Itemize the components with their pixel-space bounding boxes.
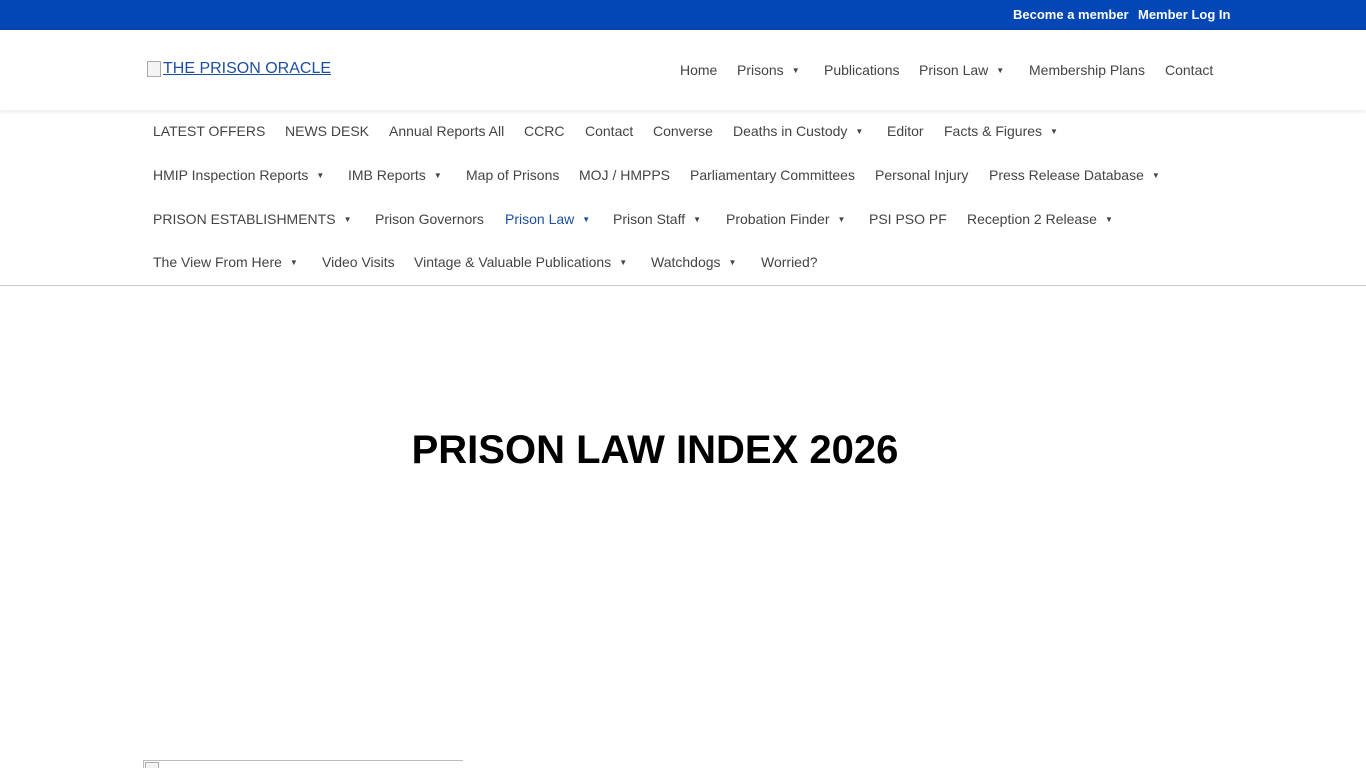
main-nav-label: Publications (824, 62, 900, 78)
sec-nav-label: Facts & Figures (944, 123, 1043, 139)
sec-nav-label: PSI PSO PF (869, 211, 947, 227)
main-nav-label: Home (680, 62, 718, 78)
sec-nav-editor[interactable]: Editor (887, 123, 924, 139)
caret-down-icon: ▼ (343, 215, 352, 224)
sec-nav-deaths-in-custody[interactable]: Deaths in Custody ▼ (733, 123, 863, 139)
sec-nav-moj-hmpps[interactable]: MOJ / HMPPS (579, 167, 670, 183)
main-nav-label: Membership Plans (1029, 62, 1145, 78)
sec-nav-label: Prison Governors (375, 211, 484, 227)
sec-nav-watchdogs[interactable]: Watchdogs ▼ (651, 254, 736, 270)
page-title: PRISON LAW INDEX 2026 (411, 428, 899, 472)
sec-nav-label: The View From Here (153, 254, 282, 270)
sec-nav-label: Editor (887, 123, 924, 139)
sec-nav-label: MOJ / HMPPS (579, 167, 671, 183)
sec-nav-label: Probation Finder (726, 211, 830, 227)
main-nav-prisons[interactable]: Prisons ▼ (737, 62, 800, 78)
top-utility-bar: Become a member Member Log In (0, 0, 1366, 30)
sec-nav-prison-law[interactable]: Prison Law ▼ (505, 211, 590, 227)
sec-nav-label: Press Release Database (989, 167, 1144, 183)
sec-nav-label: Worried? (761, 254, 818, 270)
secondary-navigation: LATEST OFFERS NEWS DESK Annual Reports A… (0, 110, 1366, 286)
sec-nav-label: LATEST OFFERS (153, 123, 266, 139)
main-nav-home[interactable]: Home (680, 62, 717, 78)
sec-nav-annual-reports[interactable]: Annual Reports All (389, 123, 504, 139)
sec-nav-prison-governors[interactable]: Prison Governors (375, 211, 484, 227)
sec-nav-label: Prison Staff (613, 211, 686, 227)
main-navigation: Home Prisons ▼ Publications Prison Law ▼ M… (0, 62, 1366, 82)
sec-nav-label: Annual Reports All (389, 123, 505, 139)
member-login-link[interactable]: Member Log In (1138, 7, 1230, 22)
broken-image-icon (145, 762, 159, 768)
sec-nav-video-visits[interactable]: Video Visits (322, 254, 395, 270)
sec-nav-psi-pso-pf[interactable]: PSI PSO PF (869, 211, 947, 227)
caret-down-icon: ▼ (433, 171, 442, 180)
caret-down-icon: ▼ (289, 258, 298, 267)
caret-down-icon: ▼ (1151, 171, 1160, 180)
sec-nav-worried[interactable]: Worried? (761, 254, 818, 270)
caret-down-icon: ▼ (791, 66, 800, 75)
sec-nav-label: IMB Reports (348, 167, 426, 183)
sec-nav-press-release-database[interactable]: Press Release Database ▼ (989, 167, 1160, 183)
sec-nav-ccrc[interactable]: CCRC (524, 123, 564, 139)
caret-down-icon: ▼ (996, 66, 1005, 75)
caret-down-icon: ▼ (1104, 215, 1113, 224)
sec-nav-label: Contact (585, 123, 634, 139)
caret-down-icon: ▼ (855, 127, 864, 136)
sec-nav-label: PRISON ESTABLISHMENTS (153, 211, 336, 227)
sec-nav-probation-finder[interactable]: Probation Finder ▼ (726, 211, 845, 227)
sec-nav-personal-injury[interactable]: Personal Injury (875, 167, 968, 183)
sec-nav-label: Watchdogs (651, 254, 721, 270)
caret-down-icon: ▼ (316, 171, 325, 180)
caret-down-icon: ▼ (837, 215, 846, 224)
sec-nav-label: NEWS DESK (285, 123, 370, 139)
sec-nav-news-desk[interactable]: NEWS DESK (285, 123, 369, 139)
main-nav-label: Contact (1165, 62, 1214, 78)
caret-down-icon: ▼ (1050, 127, 1058, 136)
main-nav-contact[interactable]: Contact (1165, 62, 1213, 78)
sec-nav-label: Map of Prisons (466, 167, 560, 183)
sec-nav-map-of-prisons[interactable]: Map of Prisons (466, 167, 559, 183)
caret-down-icon: ▼ (693, 215, 702, 224)
main-nav-membership-plans[interactable]: Membership Plans (1029, 62, 1145, 78)
content-image-placeholder (143, 760, 463, 768)
sec-nav-label: Vintage & Valuable Publications (414, 254, 612, 270)
sec-nav-reception-2-release[interactable]: Reception 2 Release ▼ (967, 211, 1113, 227)
caret-down-icon: ▼ (582, 215, 591, 224)
sec-nav-facts-figures[interactable]: Facts & Figures ▼ (944, 123, 1058, 139)
sec-nav-contact[interactable]: Contact (585, 123, 633, 139)
main-nav-publications[interactable]: Publications (824, 62, 900, 78)
sec-nav-hmip-reports[interactable]: HMIP Inspection Reports ▼ (153, 167, 324, 183)
sec-nav-latest-offers[interactable]: LATEST OFFERS (153, 123, 265, 139)
sec-nav-label: Converse (653, 123, 713, 139)
become-member-link[interactable]: Become a member (1013, 7, 1129, 22)
sec-nav-label: Prison Law (505, 211, 575, 227)
sec-nav-converse[interactable]: Converse (653, 123, 713, 139)
sec-nav-label: Reception 2 Release (967, 211, 1097, 227)
sec-nav-label: Deaths in Custody (733, 123, 848, 139)
sec-nav-label: Parliamentary Committees (690, 167, 855, 183)
sec-nav-label: HMIP Inspection Reports (153, 167, 309, 183)
main-nav-label: Prison Law (919, 62, 989, 78)
sec-nav-imb-reports[interactable]: IMB Reports ▼ (348, 167, 442, 183)
sec-nav-prison-staff[interactable]: Prison Staff ▼ (613, 211, 701, 227)
caret-down-icon: ▼ (619, 258, 628, 267)
sec-nav-label: Video Visits (322, 254, 395, 270)
main-nav-label: Prisons (737, 62, 784, 78)
sec-nav-vintage-publications[interactable]: Vintage & Valuable Publications ▼ (414, 254, 627, 270)
sec-nav-prison-establishments[interactable]: PRISON ESTABLISHMENTS ▼ (153, 211, 351, 227)
sec-nav-parliamentary-committees[interactable]: Parliamentary Committees (690, 167, 855, 183)
sec-nav-view-from-here[interactable]: The View From Here ▼ (153, 254, 298, 270)
site-header: THE PRISON ORACLE Home Prisons ▼ Publicat… (0, 30, 1366, 110)
main-nav-prison-law[interactable]: Prison Law ▼ (919, 62, 1004, 78)
sec-nav-label: CCRC (524, 123, 565, 139)
sec-nav-label: Personal Injury (875, 167, 969, 183)
caret-down-icon: ▼ (728, 258, 737, 267)
